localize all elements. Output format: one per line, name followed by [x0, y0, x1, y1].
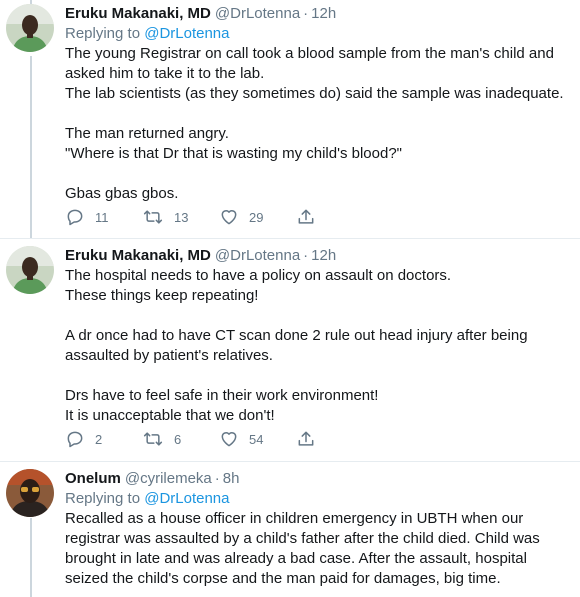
- replying-to-label: Replying to: [65, 25, 141, 42]
- retweet-arrows-icon: [143, 210, 163, 224]
- speech-bubble-icon: [67, 431, 83, 448]
- avatar[interactable]: [6, 469, 54, 517]
- tweet-text: Recalled as a house officer in children …: [65, 510, 540, 587]
- heart-icon: [221, 432, 237, 447]
- separator-dot: ·: [303, 5, 309, 22]
- like-count: 29: [249, 209, 264, 225]
- retweet-count: 6: [174, 431, 182, 447]
- share-button[interactable]: [296, 207, 316, 227]
- tweet-timestamp[interactable]: 12h: [311, 247, 336, 264]
- avatar-man-glasses-icon: [6, 469, 54, 517]
- tweet-actions: 11 13 29: [65, 207, 316, 227]
- replying-to: Replying to @DrLotenna: [65, 489, 572, 509]
- tweet-header: Eruku Makanaki, MD @DrLotenna · 12h: [65, 4, 572, 24]
- tweet-actions: 2 6 54: [65, 429, 316, 449]
- retweet-arrows-icon: [143, 432, 163, 446]
- reply-count: 11: [95, 209, 109, 225]
- retweet-button[interactable]: 13: [142, 207, 219, 227]
- author-name[interactable]: Eruku Makanaki, MD: [65, 247, 211, 264]
- tweet-text: The hospital needs to have a policy on a…: [65, 267, 528, 424]
- retweet-count: 13: [174, 209, 189, 225]
- tweet-timestamp[interactable]: 8h: [223, 470, 240, 487]
- avatar-man-green-shirt-icon: [6, 246, 54, 294]
- tweet[interactable]: Onelum @cyrilemeka · 8h Replying to @DrLote…: [0, 462, 580, 597]
- like-button[interactable]: 54: [219, 429, 296, 449]
- avatar[interactable]: [6, 4, 54, 52]
- tweet[interactable]: Eruku Makanaki, MD @DrLotenna · 12h Replyin…: [0, 0, 580, 238]
- share-button[interactable]: [296, 429, 316, 449]
- tweet-header: Eruku Makanaki, MD @DrLotenna · 12h: [65, 246, 572, 266]
- tweet-timestamp[interactable]: 12h: [311, 5, 336, 22]
- like-count: 54: [249, 431, 264, 447]
- reply-button[interactable]: 11: [65, 207, 142, 227]
- author-handle[interactable]: @DrLotenna: [215, 247, 300, 264]
- separator-dot: ·: [214, 470, 220, 487]
- share-upload-icon: [298, 431, 314, 446]
- tweet-header: Onelum @cyrilemeka · 8h: [65, 469, 572, 489]
- author-name[interactable]: Eruku Makanaki, MD: [65, 5, 211, 22]
- retweet-button[interactable]: 6: [142, 429, 219, 449]
- like-button[interactable]: 29: [219, 207, 296, 227]
- heart-icon: [221, 210, 237, 225]
- speech-bubble-icon: [67, 209, 83, 226]
- reply-button[interactable]: 2: [65, 429, 142, 449]
- reply-count: 2: [95, 431, 103, 447]
- tweet[interactable]: Eruku Makanaki, MD @DrLotenna · 12h The hos…: [0, 239, 580, 461]
- mention-link[interactable]: @DrLotenna: [144, 490, 229, 507]
- author-handle[interactable]: @DrLotenna: [215, 5, 300, 22]
- author-handle[interactable]: @cyrilemeka: [125, 470, 212, 487]
- author-name[interactable]: Onelum: [65, 470, 121, 487]
- avatar[interactable]: [6, 246, 54, 294]
- replying-to-label: Replying to: [65, 490, 141, 507]
- separator-dot: ·: [303, 247, 309, 264]
- tweet-text: The young Registrar on call took a blood…: [65, 45, 564, 202]
- share-upload-icon: [298, 209, 314, 224]
- replying-to: Replying to @DrLotenna: [65, 24, 572, 44]
- avatar-man-green-shirt-icon: [6, 4, 54, 52]
- mention-link[interactable]: @DrLotenna: [144, 25, 229, 42]
